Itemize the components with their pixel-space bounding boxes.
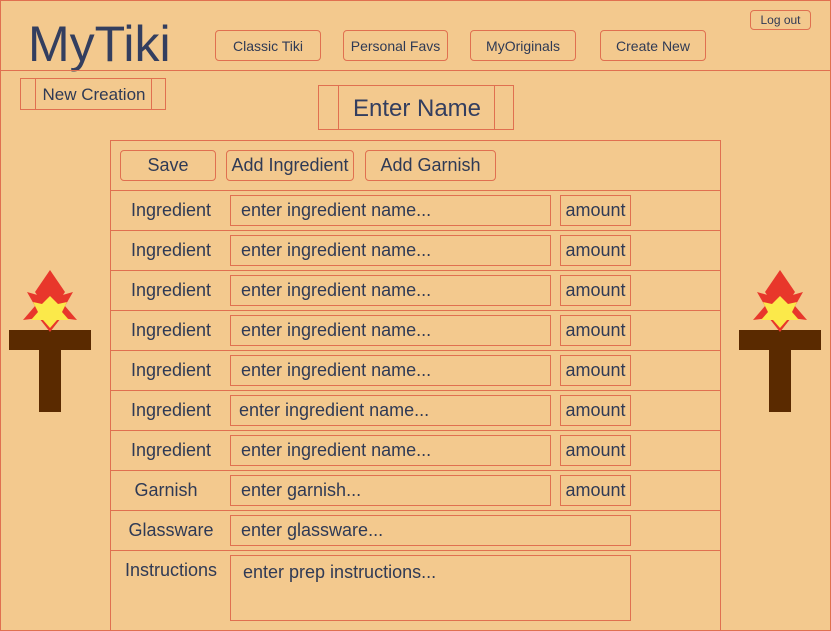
instructions-label: Instructions [124, 560, 218, 580]
garnish-label: Garnish [134, 480, 198, 500]
nav-classic-tiki[interactable]: Classic Tiki [215, 30, 321, 61]
ingredient-label: Ingredient [130, 360, 212, 380]
section-title: New Creation [42, 85, 146, 104]
instructions-row: Instructions enter prep instructions... [111, 550, 720, 631]
ingredient-amount-input[interactable]: amount [560, 235, 631, 266]
ingredient-label: Ingredient [130, 240, 212, 260]
app-logo[interactable]: MyTiki [28, 14, 171, 74]
ingredient-row: Ingredient enter ingredient name... amou… [111, 350, 720, 390]
add-ingredient-button[interactable]: Add Ingredient [226, 150, 354, 181]
add-garnish-button[interactable]: Add Garnish [365, 150, 496, 181]
ingredient-row: Ingredient enter ingredient name... amou… [111, 270, 720, 310]
ingredient-name-input[interactable]: enter ingredient name... [230, 395, 551, 426]
ingredient-row: Ingredient enter ingredient name... amou… [111, 310, 720, 350]
garnish-amount-input[interactable]: amount [560, 475, 631, 506]
ingredient-label: Ingredient [130, 280, 212, 300]
ingredient-amount-input[interactable]: amount [560, 435, 631, 466]
glassware-input[interactable]: enter glassware... [230, 515, 631, 546]
tiki-torch-icon [739, 270, 821, 412]
nav-my-originals[interactable]: MyOriginals [470, 30, 576, 61]
ingredient-label: Ingredient [130, 320, 212, 340]
nav-personal-favs[interactable]: Personal Favs [343, 30, 448, 61]
ingredient-label: Ingredient [130, 200, 212, 220]
instructions-textarea[interactable]: enter prep instructions... [230, 555, 631, 621]
ingredient-row: Ingredient enter ingredient name... amou… [111, 430, 720, 470]
drink-name-placeholder: Enter Name [352, 94, 482, 122]
ingredient-amount-input[interactable]: amount [560, 355, 631, 386]
ingredient-amount-input[interactable]: amount [560, 275, 631, 306]
ingredient-name-input[interactable]: enter ingredient name... [230, 435, 551, 466]
nav-create-new[interactable]: Create New [600, 30, 706, 61]
ingredient-name-input[interactable]: enter ingredient name... [230, 355, 551, 386]
ingredient-name-input[interactable]: enter ingredient name... [230, 235, 551, 266]
garnish-row: Garnish enter garnish... amount [111, 470, 720, 510]
ingredient-amount-input[interactable]: amount [560, 315, 631, 346]
drink-name-input[interactable]: Enter Name [318, 85, 514, 130]
tiki-torch-icon [9, 270, 91, 412]
ingredient-label: Ingredient [130, 400, 212, 420]
ingredient-label: Ingredient [130, 440, 212, 460]
header-divider [0, 70, 831, 71]
ingredient-name-input[interactable]: enter ingredient name... [230, 195, 551, 226]
glassware-label: Glassware [128, 520, 214, 540]
ingredient-amount-input[interactable]: amount [560, 195, 631, 226]
ingredient-name-input[interactable]: enter ingredient name... [230, 315, 551, 346]
ingredient-row: Ingredient enter ingredient name... amou… [111, 190, 720, 230]
logout-button[interactable]: Log out [750, 10, 811, 30]
ingredient-row: Ingredient enter ingredient name... amou… [111, 390, 720, 430]
ingredient-row: Ingredient enter ingredient name... amou… [111, 230, 720, 270]
recipe-form-panel: Save Add Ingredient Add Garnish Ingredie… [110, 140, 721, 631]
ingredient-amount-input[interactable]: amount [560, 395, 631, 426]
section-title-box: New Creation [20, 78, 166, 110]
save-button[interactable]: Save [120, 150, 216, 181]
ingredient-name-input[interactable]: enter ingredient name... [230, 275, 551, 306]
garnish-input[interactable]: enter garnish... [230, 475, 551, 506]
glassware-row: Glassware enter glassware... [111, 510, 720, 550]
